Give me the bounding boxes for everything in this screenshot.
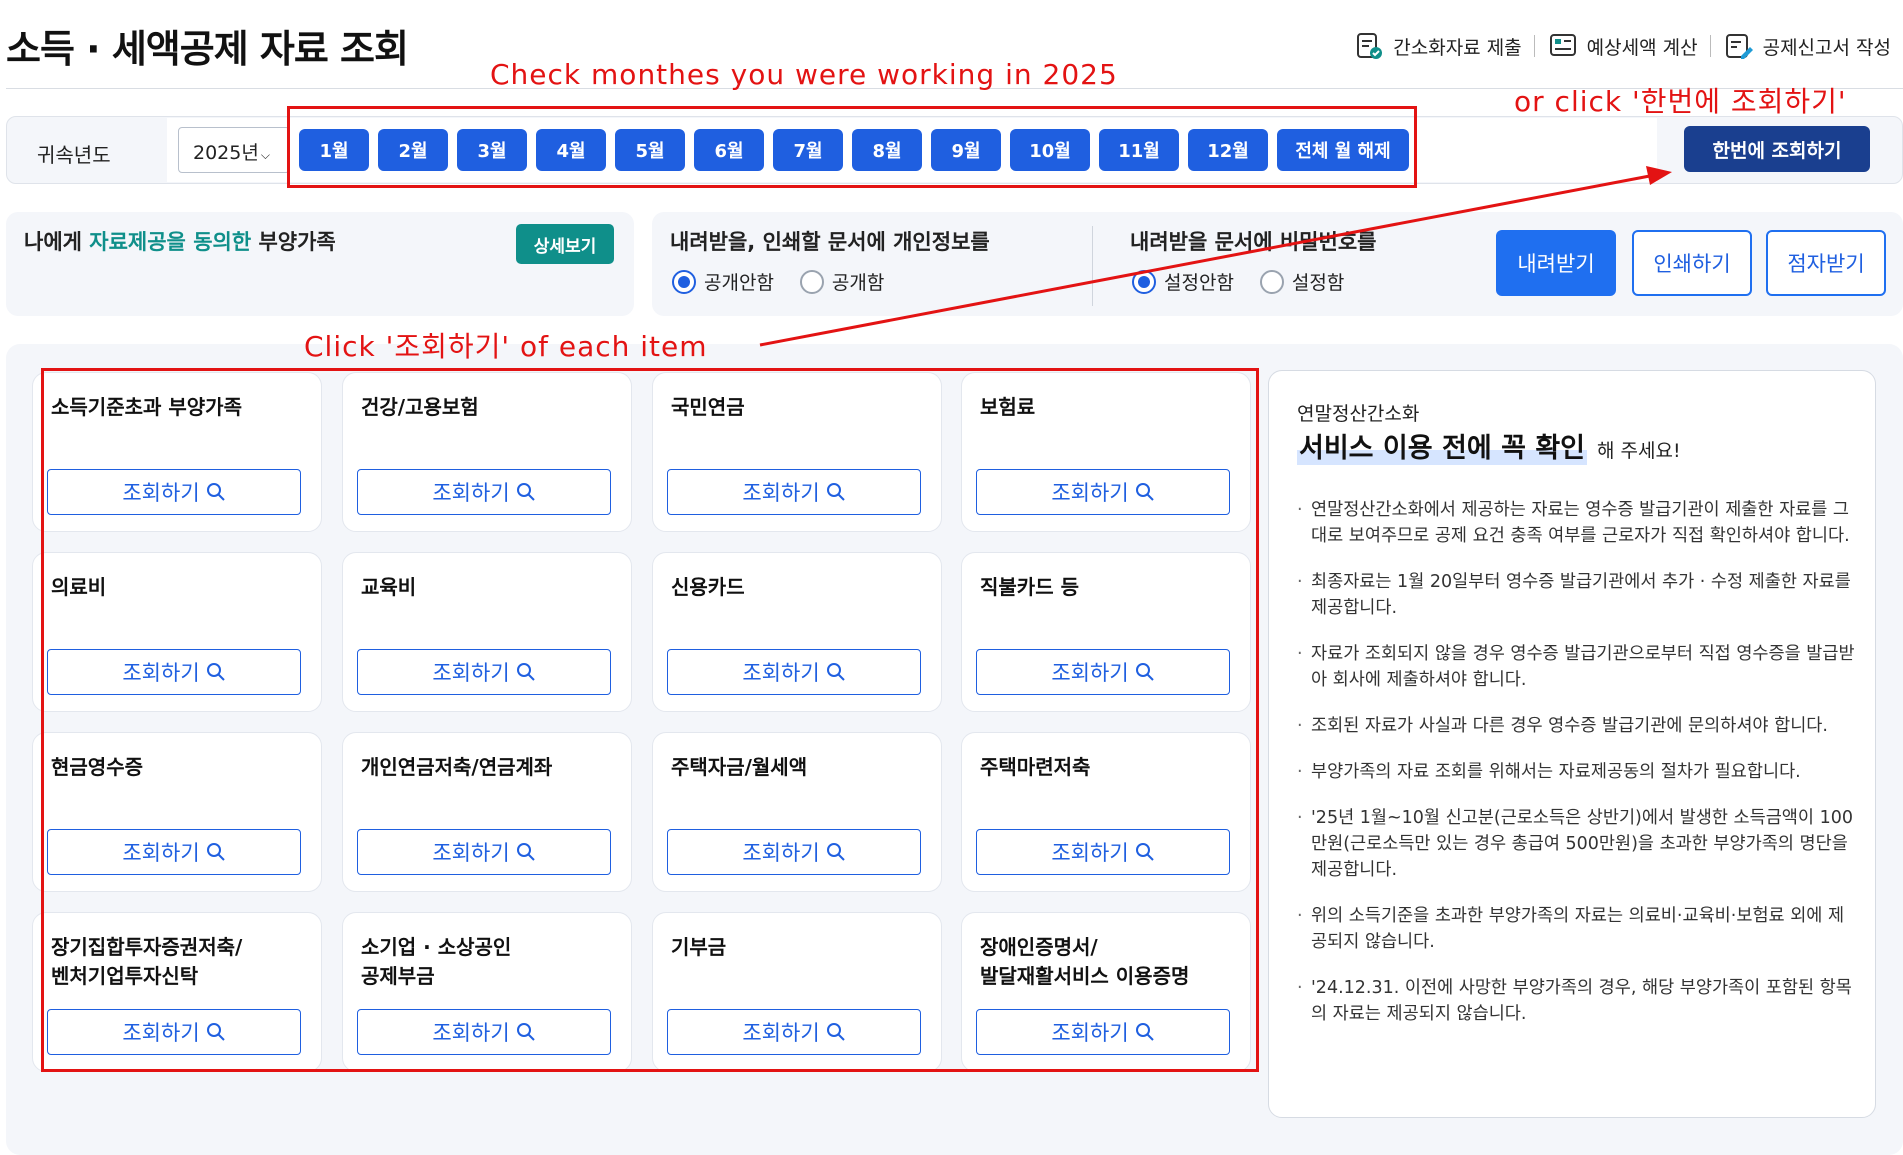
radio-label: 공개안함 [704, 272, 774, 294]
notice-list: 연말정산간소화에서 제공하는 자료는 영수증 발급기관이 제출한 자료를 그대로… [1297, 497, 1857, 1047]
document-options-panel: 내려받을, 인쇄할 문서에 개인정보를 공개안함 공개함 내려받을 문서에 비밀… [652, 212, 1903, 316]
radio-show-personal-info[interactable] [799, 269, 824, 294]
password-options: 설정안함 설정함 [1132, 268, 1344, 295]
radio-no-password[interactable] [1132, 269, 1156, 294]
notice-item: 연말정산간소화에서 제공하는 자료는 영수증 발급기관이 제출한 자료를 그대로… [1297, 497, 1857, 549]
consent-suffix: 부양가족 [251, 230, 336, 254]
detail-view-button[interactable]: 상세보기 [516, 224, 614, 264]
page-title: 소득 · 세액공제 자료 조회 [6, 27, 409, 71]
notice-item: '24.12.31. 이전에 사망한 부양가족의 경우, 해당 부양가족이 포함… [1297, 975, 1857, 1027]
family-consent-panel: 나에게 자료제공을 동의한 부양가족 상세보기 [6, 212, 634, 316]
notice-title: 서비스 이용 전에 꼭 확인 [1297, 426, 1587, 465]
estimated-tax-link[interactable]: 예상세액 계산 [1535, 30, 1710, 62]
personal-info-title: 내려받을, 인쇄할 문서에 개인정보를 [670, 230, 990, 254]
year-select[interactable]: 2025년 ⌵ [178, 127, 290, 173]
consent-text: 나에게 자료제공을 동의한 부양가족 [24, 226, 336, 256]
radio-label: 공개함 [831, 272, 885, 294]
notice-title-tail: 해 주세요! [1597, 440, 1681, 462]
notice-item: 자료가 조회되지 않을 경우 영수증 발급기관으로부터 직접 영수증을 발급받아… [1297, 641, 1857, 693]
radio-label: 설정안함 [1164, 272, 1234, 294]
radio-hide-personal-info[interactable] [672, 269, 696, 294]
simplified-data-submit-link[interactable]: 간소화자료 제출 [1341, 30, 1533, 62]
query-all-button[interactable]: 한번에 조회하기 [1684, 126, 1870, 172]
year-label: 귀속년도 [37, 143, 111, 167]
radio-set-password[interactable] [1259, 269, 1284, 294]
deduction-form-link[interactable]: 공제신고서 작성 [1711, 30, 1903, 62]
notice-subtitle: 연말정산간소화 [1297, 403, 1420, 425]
notice-item: '25년 1월~10월 신고분(근로소득은 상반기)에서 발생한 소득금액이 1… [1297, 805, 1857, 883]
notice-heading: 서비스 이용 전에 꼭 확인 해 주세요! [1297, 426, 1681, 465]
doc-edit-icon [1725, 34, 1753, 59]
password-title: 내려받을 문서에 비밀번호를 [1130, 230, 1377, 254]
braille-button[interactable]: 점자받기 [1766, 230, 1886, 296]
consent-highlight: 자료제공을 동의한 [89, 230, 252, 254]
chevron-down-icon: ⌵ [260, 148, 270, 162]
months-highlight-box [287, 106, 1417, 188]
notice-item: 위의 소득기준을 초과한 부양가족의 자료는 의료비·교육비·보험료 외에 제공… [1297, 903, 1857, 955]
top-actions: 간소화자료 제출 예상세액 계산 공제신고서 작성 [1341, 30, 1903, 62]
notice-item: 최종자료는 1월 20일부터 영수증 발급기관에서 추가 · 수정 제출한 자료… [1297, 569, 1857, 621]
cards-highlight-box [41, 368, 1259, 1072]
query-all-hint-text: or click '한번에 조회하기' [1514, 85, 1847, 118]
notice-item: 조회된 자료가 사실과 다른 경우 영수증 발급기관에 문의하셔야 합니다. [1297, 713, 1857, 739]
calculator-icon [1549, 34, 1576, 56]
cards-hint-text: Click '조회하기' of each item [304, 330, 708, 363]
download-button[interactable]: 내려받기 [1496, 230, 1616, 296]
radio-label: 설정함 [1291, 272, 1345, 294]
top-action-label: 간소화자료 제출 [1393, 36, 1522, 59]
notice-item: 부양가족의 자료 조회를 위해서는 자료제공동의 절차가 필요합니다. [1297, 759, 1857, 785]
personal-info-options: 공개안함 공개함 [672, 268, 884, 295]
divider [1092, 226, 1093, 306]
year-select-value: 2025년 [193, 142, 259, 164]
months-hint-text: Check monthes you were working in 2025 [490, 58, 1118, 91]
consent-prefix: 나에게 [24, 230, 90, 254]
top-action-label: 예상세액 계산 [1586, 36, 1698, 59]
top-action-label: 공제신고서 작성 [1762, 36, 1891, 59]
doc-check-icon [1357, 33, 1383, 59]
notice-panel: 연말정산간소화 서비스 이용 전에 꼭 확인 해 주세요! 연말정산간소화에서 … [1268, 370, 1876, 1118]
print-button[interactable]: 인쇄하기 [1632, 230, 1752, 296]
